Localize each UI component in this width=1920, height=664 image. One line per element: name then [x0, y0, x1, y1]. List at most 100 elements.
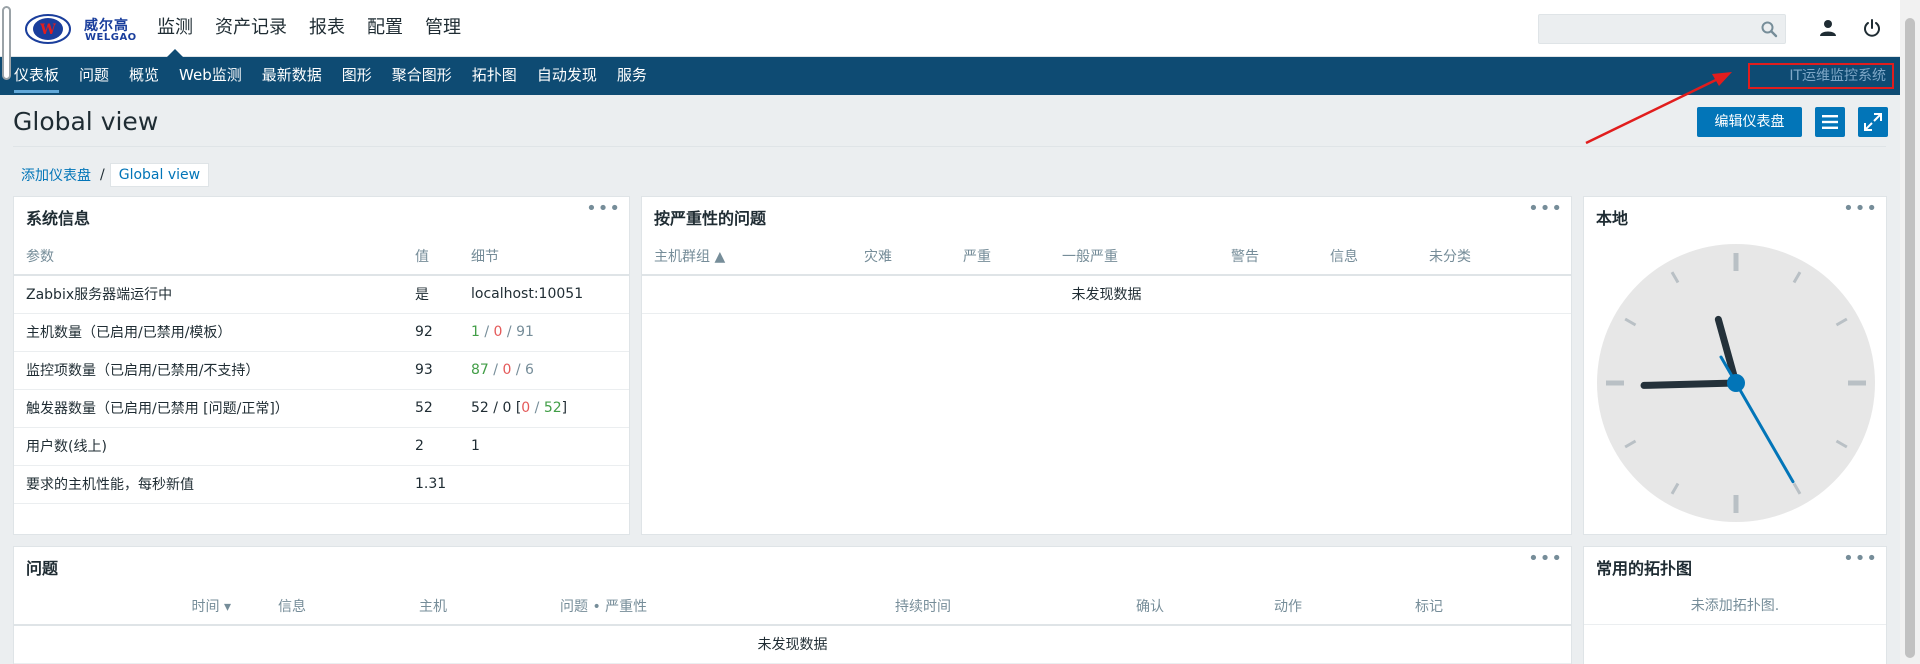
param-cell: 监控项数量（已启用/已禁用/不支持）	[14, 351, 415, 390]
ok-count: 52	[543, 400, 562, 416]
widget-clock: 本地 •••	[1583, 196, 1887, 535]
value-cell: 1.31	[415, 465, 471, 504]
detail-cell: localhost:10051	[471, 275, 629, 314]
problem-count: 0	[521, 400, 531, 416]
table-row: 主机数量（已启用/已禁用/模板） 92 1 / 0 / 91	[14, 313, 629, 352]
widget-system-info: 系统信息 ••• 参数 值 细节 Zabbix服务器端运行中 是 localho…	[13, 196, 630, 535]
main-nav-reports[interactable]: 报表	[298, 0, 356, 57]
analog-clock-icon	[1597, 244, 1875, 522]
dashboard-actions-button[interactable]	[1815, 107, 1845, 137]
table-row: Zabbix服务器端运行中 是 localhost:10051	[14, 275, 629, 314]
param-cell: Zabbix服务器端运行中	[14, 275, 415, 314]
no-maps-message: 未添加拓扑图.	[1584, 587, 1886, 625]
column-header: 主机	[419, 587, 560, 626]
title-divider	[13, 146, 1886, 147]
column-header: 确认	[1136, 587, 1274, 626]
left-edge-handle	[2, 6, 11, 80]
value-cell: 93	[415, 351, 471, 390]
param-cell: 触发器数量（已启用/已禁用 [问题/正常]）	[14, 389, 415, 428]
breadcrumb-separator: /	[100, 167, 105, 183]
sub-nav-maps[interactable]: 拓扑图	[462, 57, 527, 95]
main-nav-administration[interactable]: 管理	[414, 0, 472, 57]
widget-favourite-maps: 常用的拓扑图 ••• 未添加拓扑图.	[1583, 546, 1887, 664]
sub-nav-overview[interactable]: 概览	[119, 57, 169, 95]
sub-nav-discovery[interactable]: 自动发现	[527, 57, 607, 95]
column-header: 灾难	[864, 237, 963, 276]
main-nav-monitoring[interactable]: 监测	[146, 0, 204, 57]
column-header: 警告	[1231, 237, 1330, 276]
system-info-table: 参数 值 细节 Zabbix服务器端运行中 是 localhost:10051 …	[14, 237, 629, 504]
enabled-count: 52	[471, 400, 489, 416]
table-row: 触发器数量（已启用/已禁用 [问题/正常]） 52 52 / 0 [0 / 52…	[14, 389, 629, 428]
fullscreen-icon	[1864, 113, 1882, 131]
widget-title: 常用的拓扑图	[1596, 559, 1693, 578]
widget-options-icon[interactable]: •••	[1528, 550, 1563, 568]
widget-options-icon[interactable]: •••	[1528, 200, 1563, 218]
detail-cell: 52 / 0 [0 / 52]	[471, 389, 629, 428]
widget-problems-by-severity: 按严重性的问题 ••• 主机群组 ▲ 灾难 严重 一般严重 警告 信息 未分类 …	[641, 196, 1572, 535]
column-header: 信息	[278, 587, 419, 626]
sub-nav-problems[interactable]: 问题	[69, 57, 119, 95]
user-profile-icon[interactable]	[1818, 18, 1838, 38]
column-header: 未分类	[1429, 237, 1571, 276]
sub-nav-dashboard[interactable]: 仪表板	[4, 57, 69, 95]
value-cell: 2	[415, 427, 471, 466]
widget-options-icon[interactable]: •••	[1843, 200, 1878, 218]
edit-dashboard-button[interactable]: 编辑仪表盘	[1697, 107, 1802, 137]
column-header-time[interactable]: 时间 ▾	[14, 587, 278, 626]
disabled-count: 0	[502, 400, 512, 416]
problems-table: 时间 ▾ 信息 主机 问题 • 严重性 持续时间 确认 动作 标记 未发现数据	[14, 587, 1571, 664]
menu-icon	[1822, 115, 1838, 129]
svg-text:W: W	[39, 22, 56, 38]
widget-title: 系统信息	[26, 209, 91, 228]
breadcrumb-dashboards-link[interactable]: 添加仪表盘	[14, 165, 98, 185]
table-row: 用户数(线上) 2 1	[14, 427, 629, 466]
sub-nav-screens[interactable]: 聚合图形	[382, 57, 462, 95]
column-header-host-group[interactable]: 主机群组 ▲	[642, 237, 864, 276]
column-header: 动作	[1274, 587, 1415, 626]
value-cell: 52	[415, 389, 471, 428]
detail-cell	[471, 465, 629, 504]
widget-problems: 问题 ••• 时间 ▾ 信息 主机 问题 • 严重性 持续时间 确认 动作 标记…	[13, 546, 1572, 664]
value-cell: 92	[415, 313, 471, 352]
widget-title: 按严重性的问题	[654, 209, 767, 228]
enabled-count: 87	[471, 362, 489, 378]
clock-hour-hand	[1640, 379, 1740, 389]
param-cell: 用户数(线上)	[14, 427, 415, 466]
breadcrumb-current[interactable]: Global view	[109, 163, 210, 187]
widget-options-icon[interactable]: •••	[1843, 550, 1878, 568]
sign-out-icon[interactable]	[1862, 18, 1882, 38]
page-scrollbar[interactable]	[1900, 0, 1920, 664]
column-header: 参数	[14, 237, 415, 276]
table-row: 监控项数量（已启用/已禁用/不支持） 93 87 / 0 / 6	[14, 351, 629, 390]
main-nav-configuration[interactable]: 配置	[356, 0, 414, 57]
column-header: 信息	[1330, 237, 1429, 276]
column-header: 持续时间	[895, 587, 1136, 626]
sub-nav-graphs[interactable]: 图形	[332, 57, 382, 95]
main-nav-inventory[interactable]: 资产记录	[204, 0, 298, 57]
top-header: W 威尔高 WELGAO 监测 资产记录 报表 配置 管理	[0, 0, 1920, 57]
no-data-message: 未发现数据	[14, 625, 1571, 664]
fullscreen-button[interactable]	[1858, 107, 1888, 137]
enabled-count: 1	[471, 324, 480, 340]
no-data-message: 未发现数据	[642, 275, 1571, 314]
widget-title: 本地	[1596, 209, 1629, 228]
search-icon[interactable]	[1760, 20, 1778, 38]
sub-nav-latest-data[interactable]: 最新数据	[252, 57, 332, 95]
column-header: 标记	[1415, 587, 1571, 626]
system-name-label: IT运维监控系统	[1748, 63, 1894, 89]
main-nav: 监测 资产记录 报表 配置 管理	[146, 0, 472, 57]
detail-cell: 87 / 0 / 6	[471, 351, 629, 390]
sub-nav-services[interactable]: 服务	[607, 57, 657, 95]
widget-options-icon[interactable]: •••	[586, 200, 621, 218]
param-cell: 要求的主机性能，每秒新值	[14, 465, 415, 504]
detail-cell: 1	[471, 427, 629, 466]
search-input[interactable]	[1538, 14, 1786, 44]
column-header: 细节	[471, 237, 629, 276]
logo-text-en: WELGAO	[85, 32, 137, 43]
table-row: 要求的主机性能，每秒新值 1.31	[14, 465, 629, 504]
column-header: 一般严重	[1062, 237, 1231, 276]
scrollbar-thumb[interactable]	[1905, 18, 1915, 658]
sub-nav-web[interactable]: Web监测	[169, 57, 252, 95]
page-title: Global view	[13, 107, 159, 136]
